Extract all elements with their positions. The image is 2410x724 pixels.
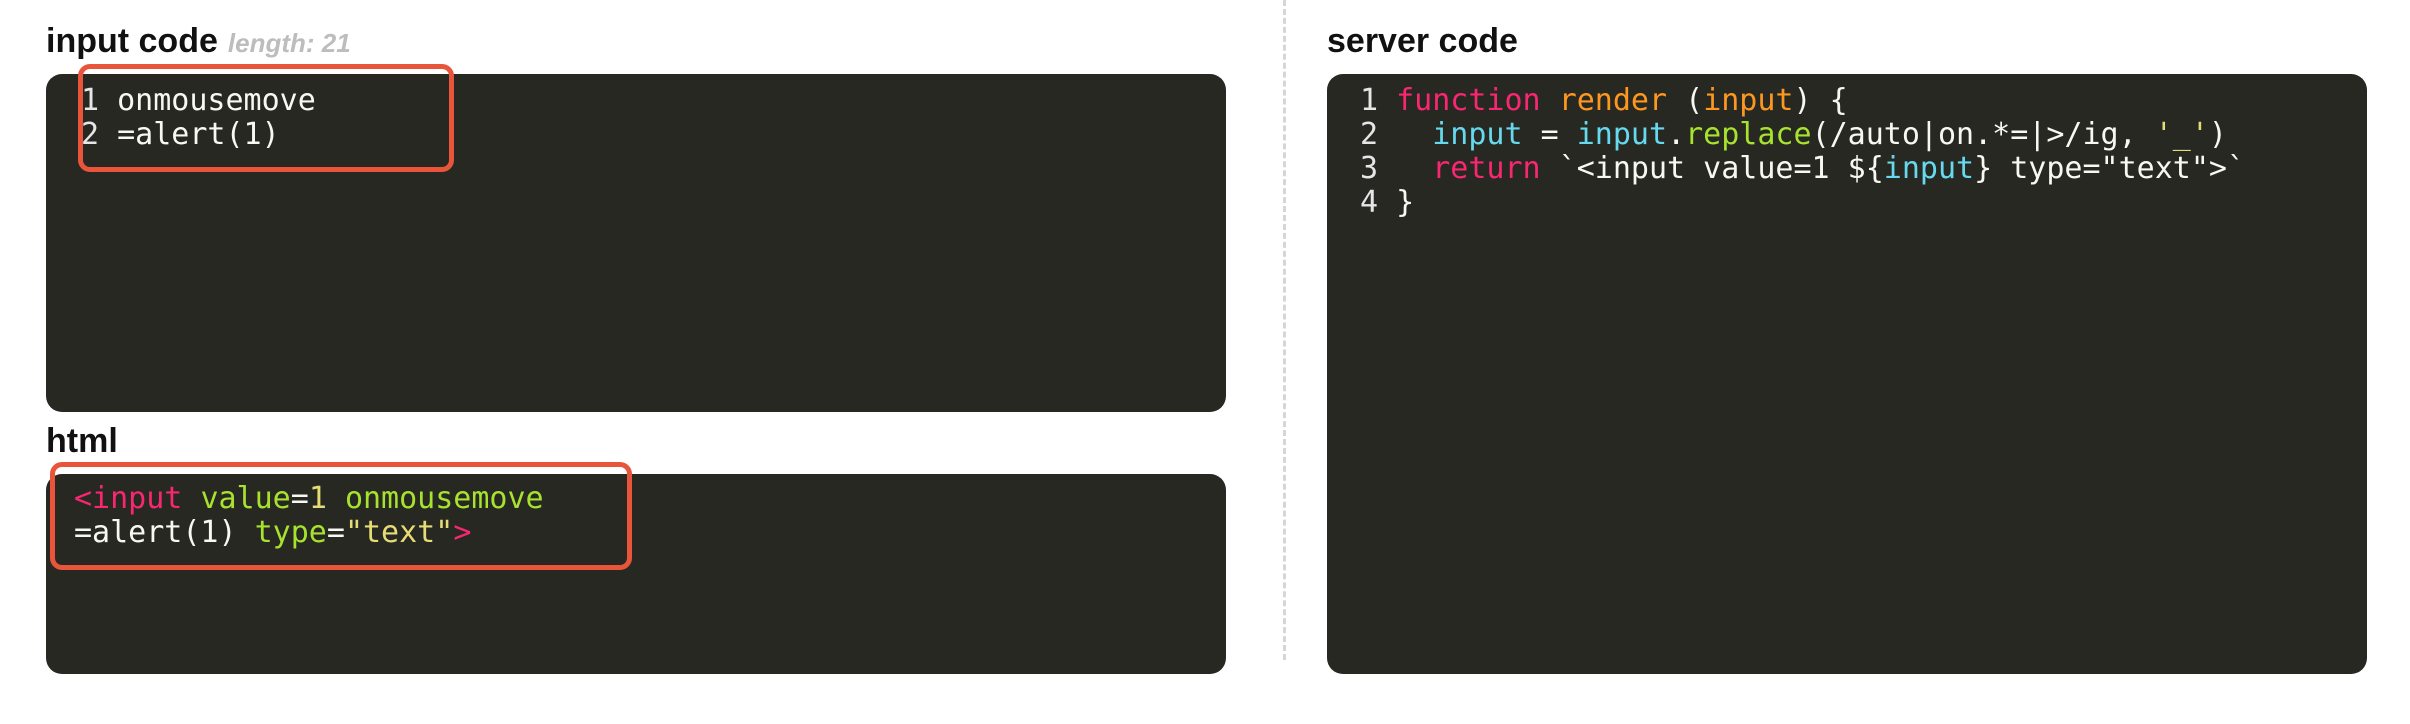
- replacement-string: '_': [2154, 117, 2209, 152]
- line-number: 1: [1360, 83, 1379, 118]
- html-highlight-box: [50, 462, 632, 570]
- method-replace: replace: [1685, 117, 1812, 152]
- brace-open: {: [1829, 83, 1848, 118]
- template-end: } type="text">`: [1974, 151, 2246, 186]
- input-highlight-box: [78, 64, 454, 172]
- kw-function: function: [1396, 83, 1541, 118]
- assign-eq: =: [1540, 117, 1559, 152]
- var-input: input: [1432, 117, 1523, 152]
- param-input: input: [1703, 83, 1794, 118]
- server-code-lines: 1 function render (input) { 2 input = in…: [1360, 84, 2245, 220]
- panel-divider: [1283, 0, 1286, 660]
- server-code-title: server code: [1327, 22, 1518, 60]
- line-number: 2: [1360, 117, 1379, 152]
- regex-args: (/auto|on.*=|>/ig,: [1811, 117, 2137, 152]
- obj-input: input: [1576, 117, 1668, 152]
- args-close: ): [2208, 117, 2227, 152]
- paren-close: ): [1793, 83, 1812, 118]
- brace-close: }: [1396, 185, 1415, 220]
- fn-name: render: [1558, 83, 1668, 118]
- input-code-title: input code length: 21: [46, 22, 351, 61]
- paren-open: (: [1685, 83, 1704, 118]
- kw-return: return: [1432, 151, 1541, 186]
- line-number: 3: [1360, 151, 1379, 186]
- dot: .: [1667, 117, 1686, 152]
- server-code-panel: 1 function render (input) { 2 input = in…: [1327, 74, 2367, 674]
- line-number: 4: [1360, 185, 1379, 220]
- input-code-label: input code: [46, 22, 218, 60]
- length-indicator: length: 21: [227, 28, 351, 58]
- template-start: `<input value=1 ${: [1558, 151, 1884, 186]
- html-title: html: [46, 422, 118, 460]
- template-var: input: [1883, 151, 1975, 186]
